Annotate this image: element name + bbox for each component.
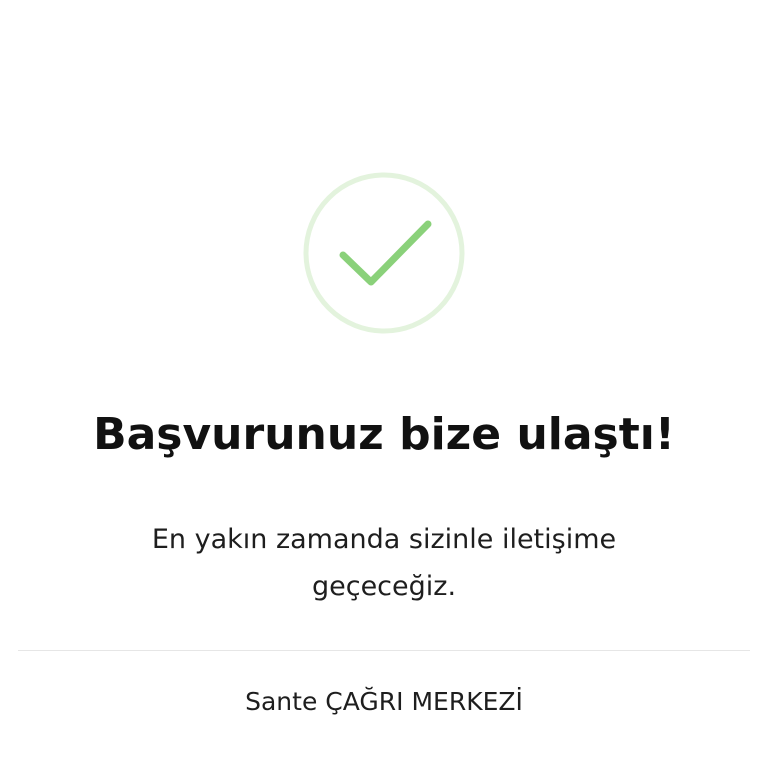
page-title: Başvurunuz bize ulaştı!: [93, 409, 675, 460]
message-line-1: En yakın zamanda sizinle iletişime: [151, 524, 617, 555]
divider: [18, 650, 750, 651]
check-circle-icon: [303, 172, 465, 334]
call-center-link[interactable]: Sante ÇAĞRI MERKEZİ: [0, 682, 768, 722]
message-line-2: geçeceğiz.: [311, 571, 457, 602]
confirmation-message: En yakın zamanda sizinle iletişime geçec…: [0, 516, 768, 610]
success-check-icon: [303, 172, 465, 334]
